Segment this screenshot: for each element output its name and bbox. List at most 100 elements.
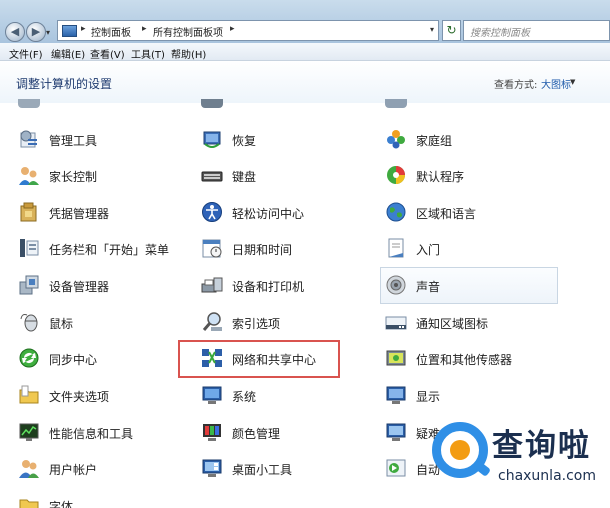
sync-center-icon xyxy=(19,348,39,368)
search-placeholder: 搜索控制面板 xyxy=(470,28,530,39)
cp-item-label: 文件夹选项 xyxy=(49,390,110,404)
logo-handle xyxy=(472,460,492,477)
clipped-item-icon xyxy=(385,99,407,108)
view-by-select[interactable]: 大图标 xyxy=(541,76,571,91)
desktop-gadgets-icon xyxy=(202,459,222,477)
cp-item-label: 显示 xyxy=(416,390,441,404)
cp-item-label: 字体 xyxy=(49,500,74,508)
cp-item-label: 索引选项 xyxy=(232,317,281,331)
sound-icon xyxy=(386,275,406,295)
address-toolbar: ◀ ▶ ▾ ▸ 控制面板 ▸ 所有控制面板项 ▸ ▾ ↻ 搜索控制面板 xyxy=(0,0,610,43)
cp-item-label: 同步中心 xyxy=(49,353,98,367)
date-time-icon xyxy=(202,239,222,258)
cp-item-system[interactable]: 系统 xyxy=(201,380,361,410)
address-dropdown-icon[interactable]: ▾ xyxy=(430,25,434,34)
view-by-label: 查看方式: xyxy=(494,80,538,91)
cp-item-taskbar-start-menu[interactable]: 任务栏和「开始」菜单 xyxy=(18,233,178,263)
menu-file[interactable]: 文件(F) xyxy=(9,46,43,61)
cp-item-label: 入门 xyxy=(416,243,441,257)
watermark-text: 查询啦 xyxy=(492,428,591,464)
notification-area-icon xyxy=(385,316,407,330)
cp-item-user-accounts[interactable]: 用户帐户 xyxy=(18,453,178,483)
cp-item-label: 区域和语言 xyxy=(416,207,477,221)
cp-item-mouse[interactable]: 鼠标 xyxy=(18,307,178,337)
cp-item-label: 性能信息和工具 xyxy=(49,427,134,441)
menu-edit[interactable]: 编辑(E) xyxy=(51,46,85,61)
cp-item-label: 管理工具 xyxy=(49,134,98,148)
getting-started-icon xyxy=(388,238,404,258)
cp-item-indexing-options[interactable]: 索引选项 xyxy=(201,307,361,337)
keyboard-icon xyxy=(201,171,223,182)
menu-tools[interactable]: 工具(T) xyxy=(131,46,165,61)
forward-button[interactable]: ▶ xyxy=(26,22,46,42)
performance-icon xyxy=(19,423,39,441)
cp-item-label: 声音 xyxy=(416,280,441,294)
page-header: 调整计算机的设置 查看方式: 大图标 ▼ xyxy=(0,61,610,103)
cp-item-notification-area-icons[interactable]: 通知区域图标 xyxy=(385,307,555,337)
breadcrumb-separator-icon[interactable]: ▸ xyxy=(230,24,235,34)
menu-view[interactable]: 查看(V) xyxy=(90,46,125,61)
recent-pages-dropdown-icon[interactable]: ▾ xyxy=(46,28,50,37)
cp-item-color-management[interactable]: 颜色管理 xyxy=(201,417,361,447)
default-programs-icon xyxy=(387,166,405,184)
clipped-item-icon xyxy=(18,99,40,108)
cp-item-label: 凭据管理器 xyxy=(49,207,110,221)
cp-item-label: 设备管理器 xyxy=(49,280,110,294)
search-input[interactable]: 搜索控制面板 xyxy=(463,20,610,41)
cp-item-fonts[interactable]: 字体 xyxy=(18,490,178,508)
cp-item-credential-manager[interactable]: 凭据管理器 xyxy=(18,197,178,227)
cp-item-homegroup[interactable]: 家庭组 xyxy=(385,124,555,154)
refresh-button[interactable]: ↻ xyxy=(442,20,461,41)
ease-of-access-icon xyxy=(202,202,222,222)
cp-item-performance[interactable]: 性能信息和工具 xyxy=(18,417,178,447)
cp-item-folder-options[interactable]: 文件夹选项 xyxy=(18,380,178,410)
breadcrumb-all-items[interactable]: 所有控制面板项 xyxy=(153,24,223,39)
cp-item-keyboard[interactable]: 键盘 xyxy=(201,160,361,190)
device-manager-icon xyxy=(19,275,39,295)
mouse-icon xyxy=(20,314,38,332)
cp-item-sound[interactable]: 声音 xyxy=(385,270,555,300)
cp-item-label: 默认程序 xyxy=(416,170,465,184)
cp-item-label: 恢复 xyxy=(232,134,257,148)
cp-item-getting-started[interactable]: 入门 xyxy=(385,233,555,263)
cp-item-label: 日期和时间 xyxy=(232,243,293,257)
cp-item-label: 家长控制 xyxy=(49,170,98,184)
cp-item-default-programs[interactable]: 默认程序 xyxy=(385,160,555,190)
back-button[interactable]: ◀ xyxy=(5,22,25,42)
cp-item-label: 任务栏和「开始」菜单 xyxy=(49,243,170,257)
cp-item-label: 通知区域图标 xyxy=(416,317,489,331)
cp-item-devices-printers[interactable]: 设备和打印机 xyxy=(201,270,361,300)
indexing-options-icon xyxy=(202,312,222,331)
cp-item-desktop-gadgets[interactable]: 桌面小工具 xyxy=(201,453,361,483)
watermark-domain: chaxunla.com xyxy=(498,468,596,484)
cp-item-region-language[interactable]: 区域和语言 xyxy=(385,197,555,227)
breadcrumb-control-panel[interactable]: 控制面板 xyxy=(91,24,131,39)
folder-options-icon xyxy=(19,385,39,404)
logo-dot xyxy=(450,440,470,460)
cp-item-recovery[interactable]: 恢复 xyxy=(201,124,361,154)
breadcrumb-separator-icon[interactable]: ▸ xyxy=(142,24,147,34)
cp-item-sync-center[interactable]: 同步中心 xyxy=(18,343,178,373)
address-field[interactable]: ▸ 控制面板 ▸ 所有控制面板项 ▸ ▾ xyxy=(57,20,439,41)
homegroup-icon xyxy=(387,130,405,149)
menu-bar: 文件(F) 编辑(E) 查看(V) 工具(T) 帮助(H) xyxy=(0,43,610,61)
control-panel-icon xyxy=(62,25,77,37)
cp-item-admin-tools[interactable]: 管理工具 xyxy=(18,124,178,154)
view-by-dropdown-icon[interactable]: ▼ xyxy=(570,78,575,86)
cp-item-location-sensors[interactable]: 位置和其他传感器 xyxy=(385,343,555,373)
color-management-icon xyxy=(203,424,221,441)
menu-help[interactable]: 帮助(H) xyxy=(171,46,206,61)
clipped-item-icon xyxy=(201,99,223,108)
cp-item-ease-of-access[interactable]: 轻松访问中心 xyxy=(201,197,361,227)
autoplay-icon xyxy=(386,459,406,477)
cp-item-label: 用户帐户 xyxy=(49,463,98,477)
cp-item-label: 家庭组 xyxy=(416,134,453,148)
breadcrumb-separator-icon[interactable]: ▸ xyxy=(81,24,86,34)
location-sensors-icon xyxy=(386,350,406,366)
cp-item-label: 设备和打印机 xyxy=(232,280,305,294)
cp-item-device-manager[interactable]: 设备管理器 xyxy=(18,270,178,300)
cp-item-display[interactable]: 显示 xyxy=(385,380,555,410)
cp-item-date-time[interactable]: 日期和时间 xyxy=(201,233,361,263)
devices-printers-icon xyxy=(201,277,223,293)
cp-item-parental-controls[interactable]: 家长控制 xyxy=(18,160,178,190)
